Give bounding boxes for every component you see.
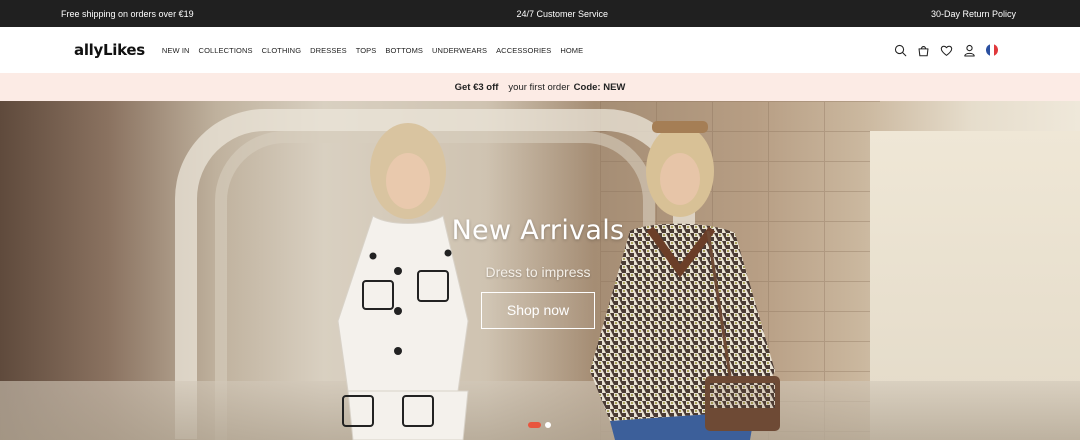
free-shipping-text: Free shipping on orders over €19 — [61, 8, 194, 19]
carousel-dot[interactable] — [545, 422, 551, 428]
promo-banner[interactable]: Get €3 off your first order Code: NEW — [0, 73, 1080, 101]
nav-collections[interactable]: COLLECTIONS — [199, 46, 253, 55]
nav-home[interactable]: HOME — [560, 46, 583, 55]
promo-text: your first order — [508, 81, 570, 93]
customer-service-text: 24/7 Customer Service — [516, 8, 609, 19]
announcement-bar: Free shipping on orders over €19 24/7 Cu… — [0, 0, 1080, 27]
return-policy-text: 30-Day Return Policy — [930, 8, 1016, 19]
nav-underwears[interactable]: UNDERWEARS — [432, 46, 487, 55]
nav-bottoms[interactable]: BOTTOMS — [385, 46, 423, 55]
hero-banner[interactable]: New Arrivals Dress to impress Shop now — [0, 101, 1080, 440]
nav-dresses[interactable]: DRESSES — [310, 46, 347, 55]
promo-code: Code: NEW — [573, 81, 626, 93]
promo-offer: Get €3 off — [454, 81, 499, 93]
nav-accessories[interactable]: ACCESSORIES — [496, 46, 551, 55]
site-header: allyLikes NEW IN COLLECTIONS CLOTHING DR… — [0, 27, 1080, 73]
nav-new-in[interactable]: NEW IN — [162, 46, 190, 55]
header-icons — [894, 27, 998, 73]
search-icon[interactable] — [894, 44, 907, 57]
nav-tops[interactable]: TOPS — [356, 46, 377, 55]
carousel-dots — [528, 422, 551, 428]
hero-subtitle: Dress to impress — [485, 264, 591, 280]
carousel-dot-active[interactable] — [528, 422, 541, 428]
nav-clothing[interactable]: CLOTHING — [262, 46, 302, 55]
user-icon[interactable] — [963, 44, 976, 57]
bag-icon[interactable] — [917, 44, 930, 57]
shop-now-button[interactable]: Shop now — [481, 292, 595, 329]
hero-background-floor — [0, 381, 1080, 440]
main-nav: NEW IN COLLECTIONS CLOTHING DRESSES TOPS… — [162, 46, 592, 55]
logo[interactable]: allyLikes — [74, 41, 145, 59]
hero-title: New Arrivals — [451, 215, 625, 246]
heart-icon[interactable] — [940, 44, 953, 57]
hero-content: New Arrivals Dress to impress Shop now — [428, 215, 648, 329]
flag-fr-icon[interactable] — [986, 44, 998, 56]
